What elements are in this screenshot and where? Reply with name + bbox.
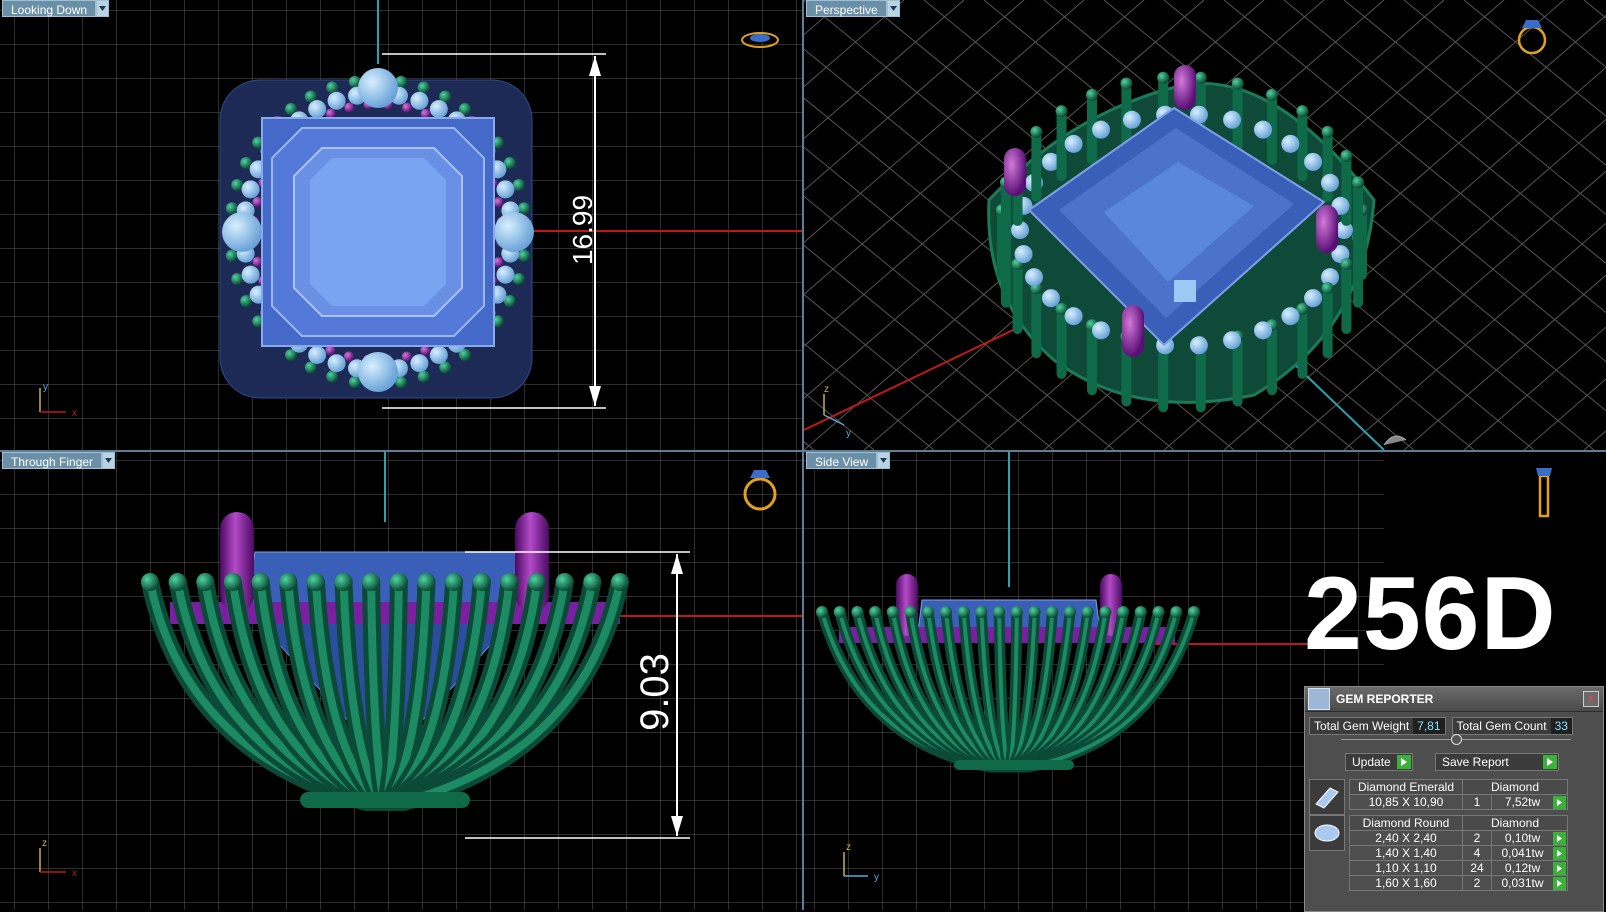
- svg-text:y: y: [43, 382, 48, 393]
- emerald-cut-icon: [1309, 779, 1345, 815]
- play-icon: [1396, 755, 1411, 769]
- table-row[interactable]: 1,40 X 1,40 4 0,041tw: [1349, 845, 1568, 861]
- viewport-menu-through-finger[interactable]: Through Finger: [2, 452, 116, 469]
- total-gem-weight-value: 7,81: [1413, 718, 1445, 734]
- play-icon[interactable]: [1553, 847, 1566, 860]
- gem-table-emerald: Diamond Emerald Diamond 10,85 X 10,90 1 …: [1349, 779, 1568, 810]
- svg-text:y: y: [874, 872, 879, 883]
- chevron-down-icon[interactable]: [886, 0, 900, 17]
- viewport-through-finger[interactable]: 9.03 z x Through Finger: [0, 452, 802, 910]
- dimension-label-top: 16.99: [567, 195, 598, 265]
- ring-top-view: [219, 68, 534, 399]
- dimension-label-finger: 9.03: [633, 653, 677, 731]
- chevron-down-icon[interactable]: [102, 452, 116, 469]
- total-gem-count-value: 33: [1550, 718, 1572, 734]
- svg-text:z: z: [42, 838, 47, 849]
- gem-reporter-title: GEM REPORTER: [1336, 692, 1434, 706]
- viewport-menu-side-view[interactable]: Side View: [806, 452, 891, 469]
- gem-reporter-panel: GEM REPORTER x Total Gem Weight 7,81 Tot…: [1304, 686, 1604, 912]
- viewport-perspective[interactable]: z y Perspective: [804, 0, 1606, 450]
- table-row[interactable]: 1,60 X 1,60 2 0,031tw: [1349, 875, 1568, 891]
- viewport-menu-perspective[interactable]: Perspective: [806, 0, 900, 17]
- viewport-looking-down[interactable]: 16.99 y x Looking Down: [0, 0, 802, 450]
- gem-table-round: Diamond Round Diamond 2,40 X 2,40 2 0,10…: [1349, 815, 1568, 891]
- total-gem-count: Total Gem Count 33: [1451, 717, 1573, 735]
- report-slider[interactable]: [1341, 734, 1571, 745]
- table-row[interactable]: 10,85 X 10,90 1 7,52tw: [1349, 794, 1568, 810]
- looking-down-scene: 16.99 y x: [0, 0, 802, 450]
- play-icon[interactable]: [1553, 832, 1566, 845]
- model-code: 256D: [1304, 556, 1557, 672]
- table-row[interactable]: 1,10 X 1,10 24 0,12tw: [1349, 860, 1568, 876]
- ring-perspective: [987, 65, 1376, 413]
- chevron-down-icon[interactable]: [96, 0, 110, 17]
- round-cut-icon: [1309, 815, 1345, 851]
- svg-text:y: y: [846, 428, 851, 439]
- close-button[interactable]: x: [1583, 691, 1599, 707]
- ring-orientation-icon: [1517, 20, 1547, 55]
- perspective-scene: z y: [804, 0, 1606, 450]
- total-gem-weight: Total Gem Weight 7,81: [1309, 717, 1446, 735]
- svg-text:x: x: [72, 868, 77, 879]
- update-button[interactable]: Update: [1345, 753, 1413, 771]
- viewport-divider-vertical[interactable]: [802, 0, 804, 910]
- table-row[interactable]: 2,40 X 2,40 2 0,10tw: [1349, 830, 1568, 846]
- axis-indicator-zy: z y: [823, 384, 851, 439]
- play-icon[interactable]: [1553, 862, 1566, 875]
- viewport-menu-looking-down[interactable]: Looking Down: [2, 0, 110, 17]
- play-icon: [1542, 755, 1557, 769]
- svg-text:z: z: [846, 842, 851, 853]
- svg-text:x: x: [72, 408, 77, 419]
- ring-orientation-icon: [1536, 468, 1552, 518]
- svg-text:z: z: [824, 384, 829, 395]
- slider-handle[interactable]: [1451, 734, 1462, 745]
- chevron-down-icon[interactable]: [877, 452, 891, 469]
- play-icon[interactable]: [1553, 796, 1566, 809]
- through-finger-scene: 9.03 z x: [0, 452, 802, 910]
- save-report-button[interactable]: Save Report: [1435, 753, 1559, 771]
- gem-report-icon: [1308, 688, 1330, 710]
- gem-reporter-titlebar[interactable]: GEM REPORTER x: [1305, 687, 1603, 712]
- play-icon[interactable]: [1553, 877, 1566, 890]
